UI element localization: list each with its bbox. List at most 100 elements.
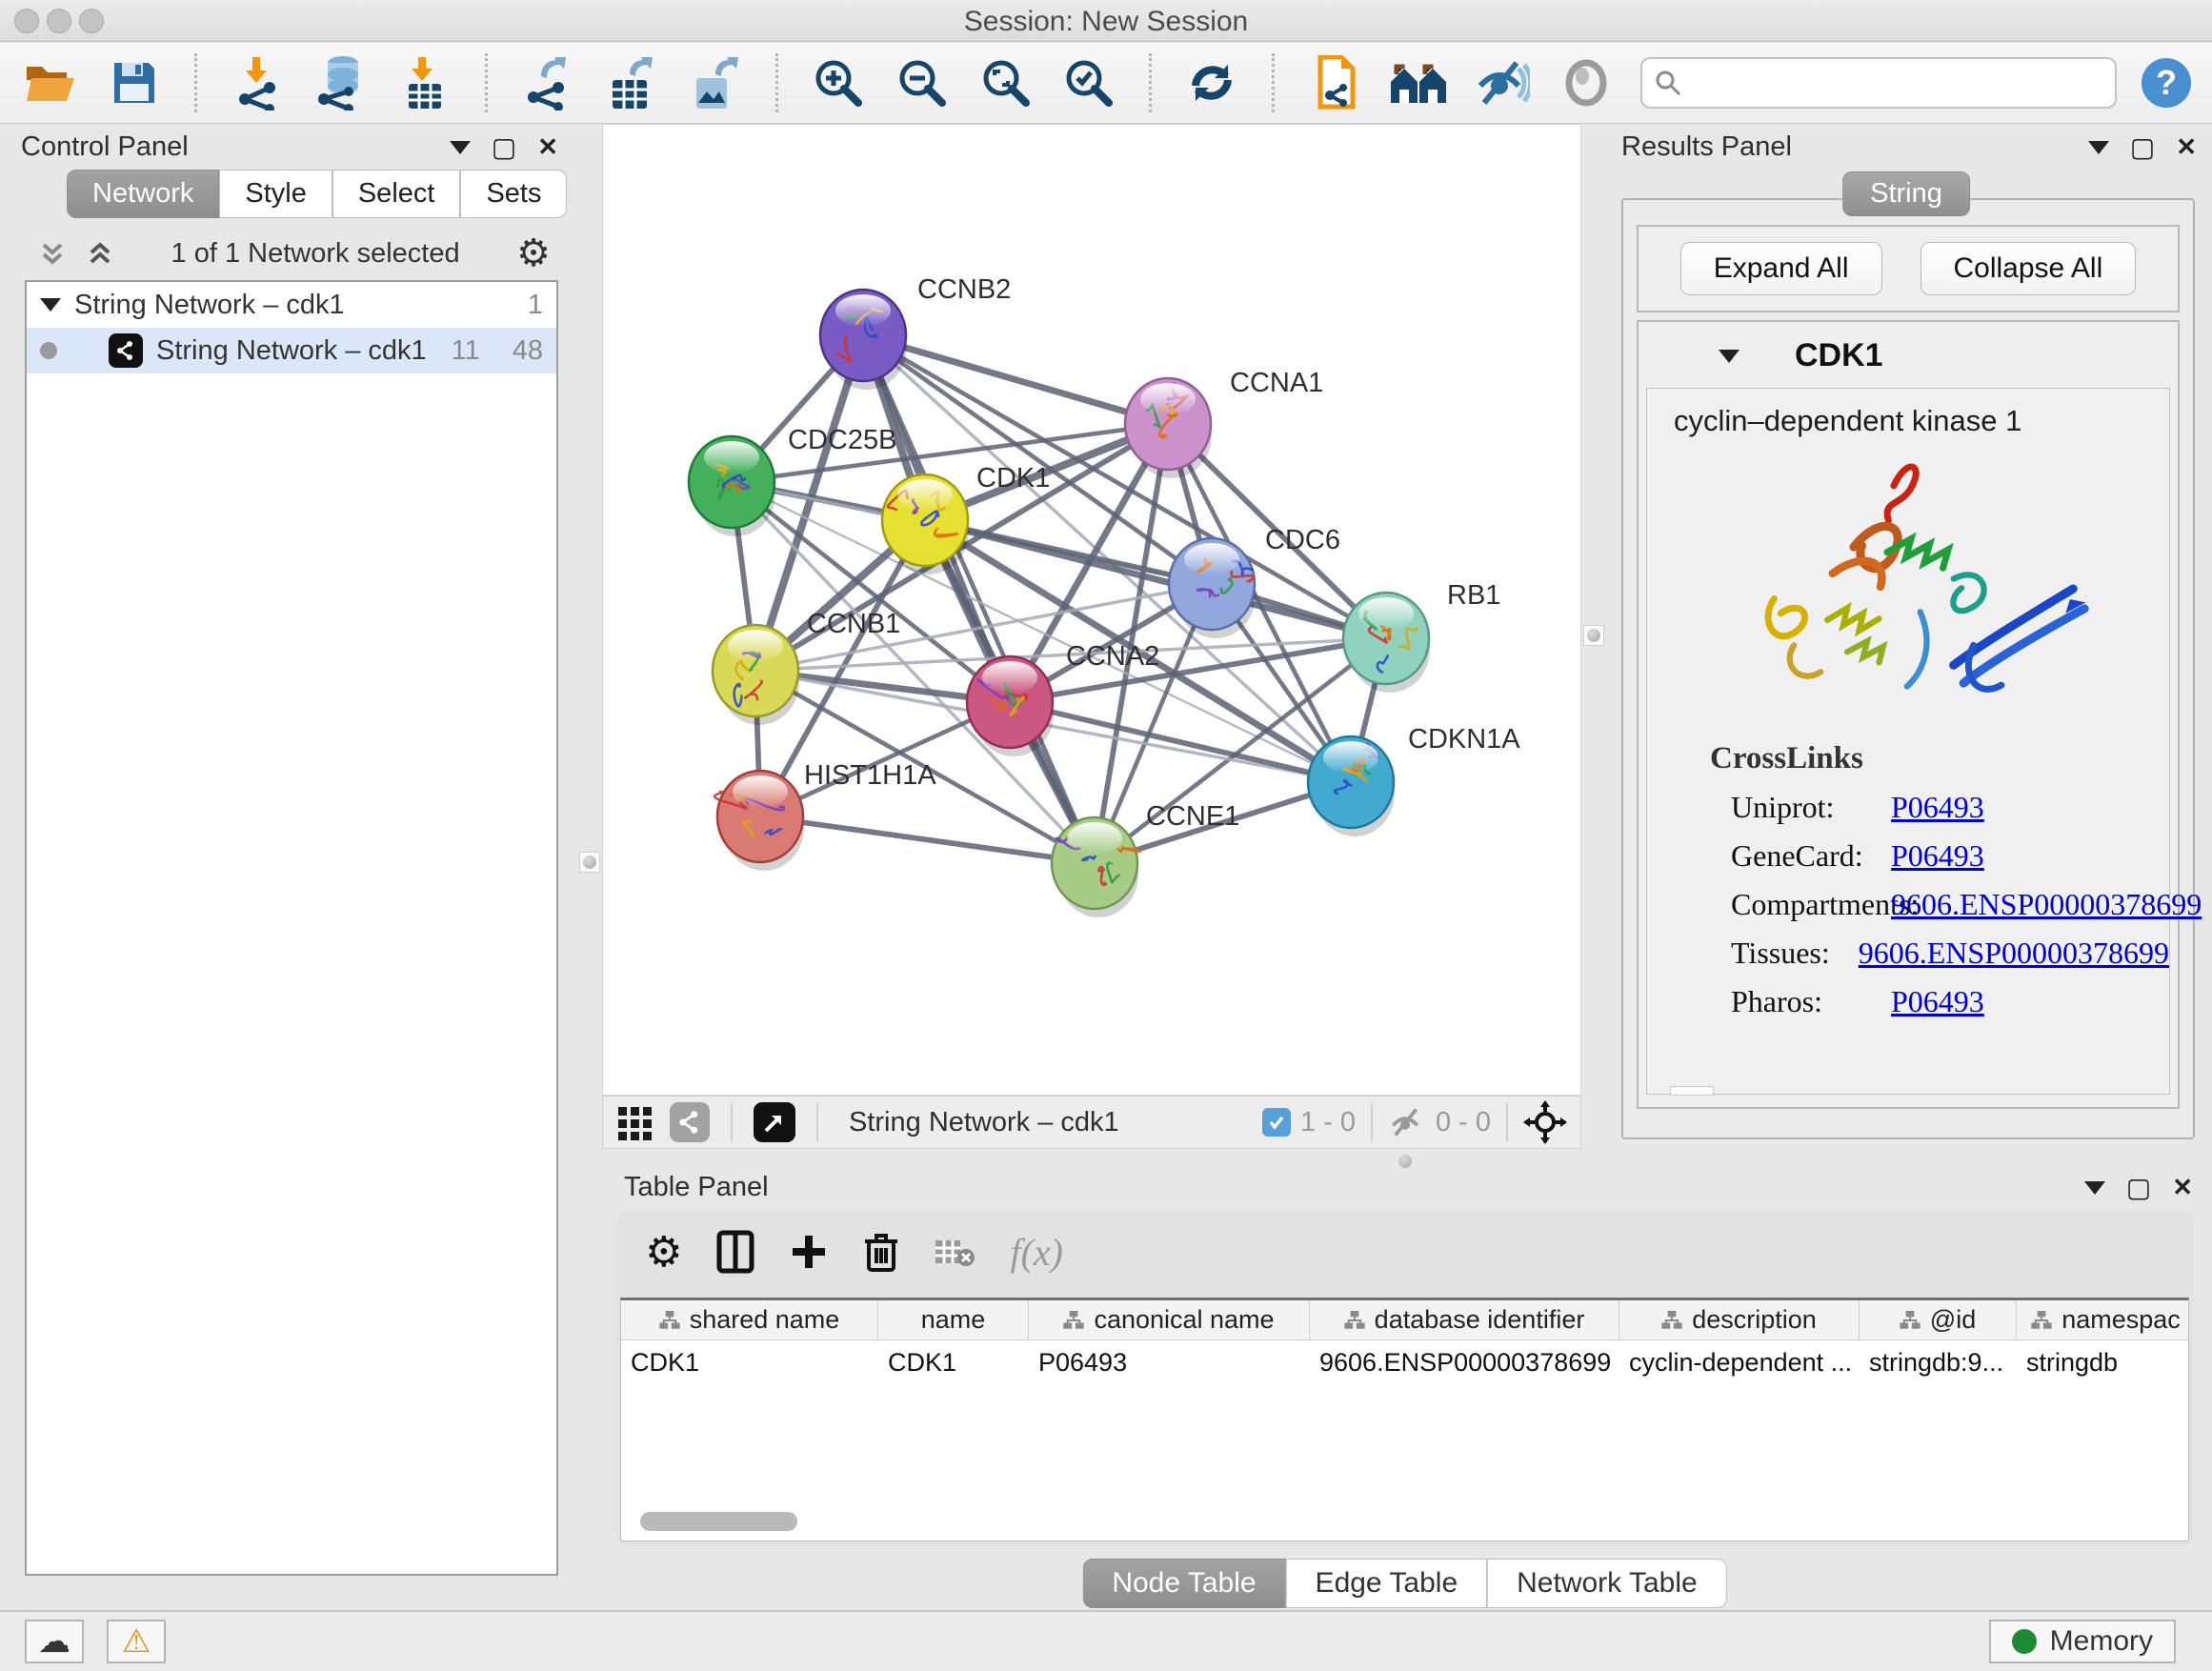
gear-icon[interactable]: ⚙ — [516, 232, 551, 275]
panel-menu-icon[interactable] — [450, 141, 471, 154]
import-table-file-button[interactable] — [395, 53, 454, 112]
right-splitter-handle[interactable] — [1583, 625, 1604, 646]
table-cell[interactable]: cyclin-dependent ... — [1619, 1340, 1860, 1384]
show-all-button[interactable] — [1557, 53, 1616, 112]
delete-column-trash-icon[interactable] — [863, 1230, 899, 1274]
panel-menu-icon[interactable] — [2088, 141, 2109, 154]
selected-checkbox-icon[interactable] — [1262, 1108, 1291, 1137]
table-row[interactable]: CDK1CDK1P064939606.ENSP00000378699cyclin… — [621, 1340, 2188, 1384]
import-network-file-button[interactable] — [228, 53, 287, 112]
network-collection-row[interactable]: String Network – cdk1 1 — [27, 282, 556, 328]
zoom-selected-button[interactable] — [1059, 53, 1118, 112]
network-view-footer: String Network – cdk1 1 - 0 0 - 0 — [602, 1096, 1581, 1149]
network-node-rb1[interactable]: RB1 — [1343, 580, 1500, 693]
collection-collapse-icon[interactable] — [40, 298, 61, 312]
network-edge[interactable] — [1010, 702, 1351, 782]
birdseye-toggle-icon[interactable] — [754, 1102, 795, 1142]
compartments-link[interactable]: 9606.ENSP00000378699 — [1891, 887, 2202, 922]
warnings-button[interactable]: ⚠ — [107, 1620, 166, 1663]
scroll-notch[interactable] — [1670, 1086, 1714, 1096]
show-columns-icon[interactable] — [716, 1230, 754, 1274]
tab-style[interactable]: Style — [219, 170, 332, 218]
network-node-cdc25b[interactable]: CDC25B — [689, 425, 896, 536]
search-input[interactable] — [1692, 68, 2092, 98]
table-cell[interactable]: 9606.ENSP00000378699 — [1310, 1340, 1619, 1384]
help-button[interactable]: ? — [2142, 58, 2191, 108]
memory-button[interactable]: Memory — [1989, 1620, 2176, 1663]
pharos-link[interactable]: P06493 — [1891, 984, 1984, 1019]
horizontal-scrollbar-thumb[interactable] — [640, 1512, 797, 1531]
network-row-selected[interactable]: String Network – cdk1 11 48 — [27, 328, 556, 373]
import-network-database-button[interactable] — [312, 53, 371, 112]
open-session-button[interactable] — [21, 53, 80, 112]
eye-icon — [1561, 59, 1611, 107]
table-cell[interactable]: CDK1 — [621, 1340, 878, 1384]
tab-string[interactable]: String — [1842, 171, 1970, 216]
table-cell[interactable]: CDK1 — [878, 1340, 1029, 1384]
save-session-button[interactable] — [105, 53, 164, 112]
float-panel-icon[interactable]: ▢ — [2130, 131, 2155, 163]
export-network-button[interactable] — [518, 53, 577, 112]
tab-edge-table[interactable]: Edge Table — [1286, 1559, 1488, 1608]
column-header-namespac[interactable]: namespac — [2017, 1300, 2189, 1339]
expand-all-icon[interactable] — [86, 239, 114, 268]
tab-network[interactable]: Network — [67, 170, 219, 218]
refresh-button[interactable] — [1182, 53, 1241, 112]
network-edge[interactable] — [760, 816, 1095, 863]
network-edge[interactable] — [863, 335, 1168, 424]
gene-collapse-icon[interactable] — [1719, 350, 1739, 363]
add-column-icon[interactable] — [789, 1232, 829, 1272]
share-view-icon[interactable] — [670, 1102, 710, 1142]
network-node-ccna1[interactable]: CCNA1 — [1125, 368, 1323, 478]
uniprot-link[interactable]: P06493 — [1891, 790, 1984, 825]
network-edge-count: 48 — [513, 335, 543, 367]
tab-node-table[interactable]: Node Table — [1082, 1559, 1285, 1608]
grid-view-icon[interactable] — [616, 1103, 654, 1141]
string-import-button[interactable] — [1305, 53, 1364, 112]
column-header-name[interactable]: name — [878, 1300, 1029, 1339]
home-button[interactable] — [1389, 53, 1448, 112]
hide-selected-button[interactable] — [1473, 53, 1532, 112]
table-cell[interactable]: P06493 — [1029, 1340, 1310, 1384]
network-node-cdkn1a[interactable]: CDKN1A — [1308, 724, 1520, 836]
collapse-all-button[interactable]: Collapse All — [1920, 242, 2137, 295]
zoom-out-button[interactable] — [893, 53, 952, 112]
fit-content-button[interactable] — [976, 53, 1036, 112]
table-cell[interactable]: stringdb — [2017, 1340, 2189, 1384]
tab-sets[interactable]: Sets — [460, 170, 567, 218]
tab-network-table[interactable]: Network Table — [1487, 1559, 1727, 1608]
genecard-link[interactable]: P06493 — [1891, 838, 1984, 874]
close-panel-icon[interactable]: ✕ — [537, 132, 558, 162]
node-label: HIST1H1A — [804, 760, 936, 791]
left-splitter-handle[interactable] — [579, 852, 600, 873]
network-canvas[interactable]: CCNB2CCNA1CDC25BCDK1CDC6RB1CCNB1CCNA2CDK… — [602, 124, 1581, 1096]
tab-select[interactable]: Select — [332, 170, 461, 218]
column-header-shared-name[interactable]: shared name — [621, 1300, 878, 1339]
float-panel-icon[interactable]: ▢ — [2126, 1172, 2151, 1203]
collapse-all-icon[interactable] — [38, 239, 67, 268]
export-image-button[interactable] — [686, 53, 745, 112]
network-node-cdk1[interactable]: CDK1 — [882, 463, 1050, 574]
zoom-in-button[interactable] — [809, 53, 868, 112]
network-node-ccne1[interactable]: CCNE1 — [1052, 801, 1239, 917]
column-header-description[interactable]: description — [1619, 1300, 1860, 1339]
node-table[interactable]: shared namenamecanonical namedatabase id… — [620, 1298, 2189, 1541]
node-label: CCNB1 — [807, 609, 900, 639]
network-node-hist1h1a[interactable]: HIST1H1A — [714, 760, 936, 871]
export-table-button[interactable] — [602, 53, 661, 112]
column-header-canonical-name[interactable]: canonical name — [1029, 1300, 1310, 1339]
table-cell[interactable]: stringdb:9... — [1860, 1340, 2017, 1384]
column-header--id[interactable]: @id — [1860, 1300, 2017, 1339]
table-settings-gear-icon[interactable]: ⚙ — [645, 1228, 682, 1277]
panel-menu-icon[interactable] — [2084, 1181, 2105, 1195]
network-node-ccna2[interactable]: CCNA2 — [967, 641, 1159, 756]
column-header-database-identifier[interactable]: database identifier — [1310, 1300, 1619, 1339]
crosshair-icon[interactable] — [1523, 1100, 1567, 1144]
close-panel-icon[interactable]: ✕ — [2172, 1173, 2193, 1202]
close-panel-icon[interactable]: ✕ — [2176, 132, 2197, 162]
expand-all-button[interactable]: Expand All — [1680, 242, 1882, 295]
network-graph[interactable]: CCNB2CCNA1CDC25BCDK1CDC6RB1CCNB1CCNA2CDK… — [603, 125, 1580, 1095]
cloud-status-button[interactable]: ☁ — [25, 1620, 84, 1663]
tissues-link[interactable]: 9606.ENSP00000378699 — [1859, 936, 2169, 971]
float-panel-icon[interactable]: ▢ — [492, 131, 516, 163]
